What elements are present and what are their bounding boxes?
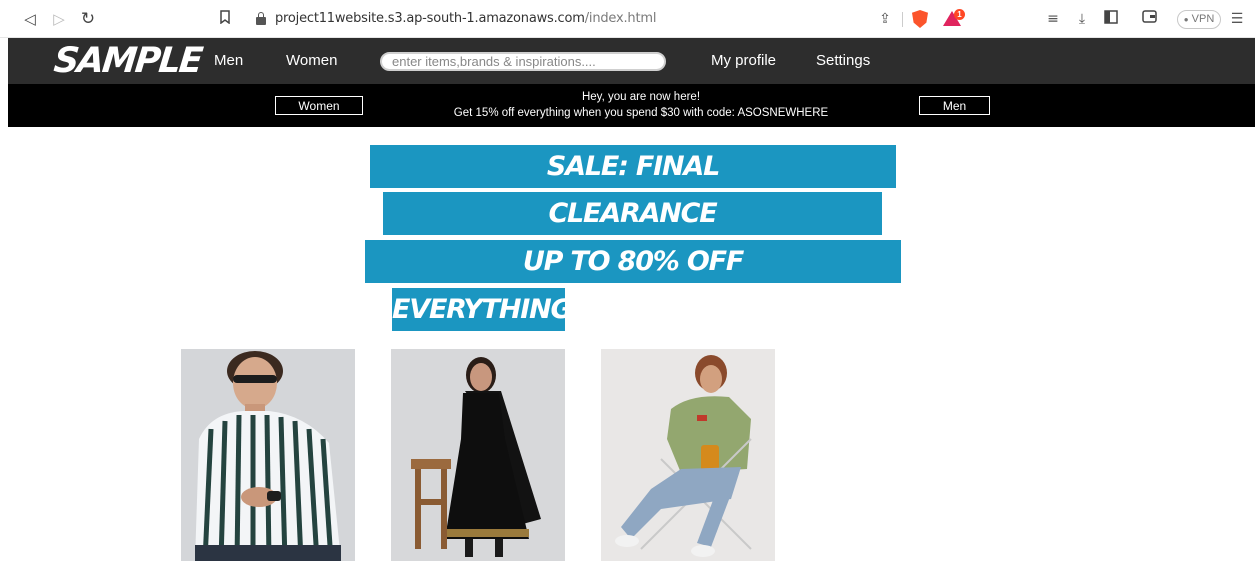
banner-everything[interactable]: EVERYTHING [392,288,573,331]
banner-sale-final[interactable]: SALE: FINAL [370,145,896,188]
vpn-button[interactable]: ● VPN [1177,10,1221,29]
bookmark-icon[interactable] [215,9,235,29]
forward-icon[interactable]: ▷ [49,9,69,29]
wallet-icon[interactable] [1140,10,1158,28]
nav-women[interactable]: Women [286,52,337,69]
promo-bar: Women Hey, you are now here! Get 15% off… [8,84,1255,127]
browser-toolbar: ◁ ▷ ↻ project11website.s3.ap-south-1.ama… [0,0,1255,38]
download-icon[interactable]: ⤓ [1073,10,1091,28]
nav-men[interactable]: Men [214,52,243,69]
nav-my-profile[interactable]: My profile [711,52,776,69]
nav-settings[interactable]: Settings [816,52,870,69]
product-image-woman-black-dress[interactable] [391,349,565,561]
product-image-man-green-sweatshirt[interactable] [601,349,775,561]
back-icon[interactable]: ◁ [20,9,40,29]
share-icon[interactable]: ⇪ [876,10,894,28]
promo-men-button[interactable]: Men [919,96,990,115]
site-header: SAMPLE Men Women My profile Settings [8,38,1255,84]
url-text: project11website.s3.ap-south-1.amazonaws… [275,11,656,26]
sidebar-icon[interactable] [1102,10,1120,28]
reload-icon[interactable]: ↻ [78,9,98,29]
product-image-man-striped-shirt[interactable] [181,349,355,561]
playlist-icon[interactable]: ≡ [1044,10,1062,28]
vpn-dot-icon: ● [1183,15,1189,24]
site-logo[interactable]: SAMPLE [52,41,203,81]
divider [902,12,903,27]
banner-up-to-80-off[interactable]: UP TO 80% OFF [365,240,901,283]
url-path: /index.html [584,11,657,26]
vpn-label: VPN [1191,13,1215,25]
banner-clearance[interactable]: CLEARANCE [383,192,882,235]
lock-icon [256,12,266,26]
rewards-badge: 1 [954,9,965,20]
promo-offer-text: Get 15% off everything when you spend $3… [453,107,829,119]
url-domain: project11website.s3.ap-south-1.amazonaws… [275,11,585,26]
menu-icon[interactable]: ☰ [1228,10,1246,28]
address-bar[interactable]: project11website.s3.ap-south-1.amazonaws… [248,8,968,32]
search-input[interactable] [380,52,666,71]
promo-headline: Hey, you are now here! [581,91,701,103]
